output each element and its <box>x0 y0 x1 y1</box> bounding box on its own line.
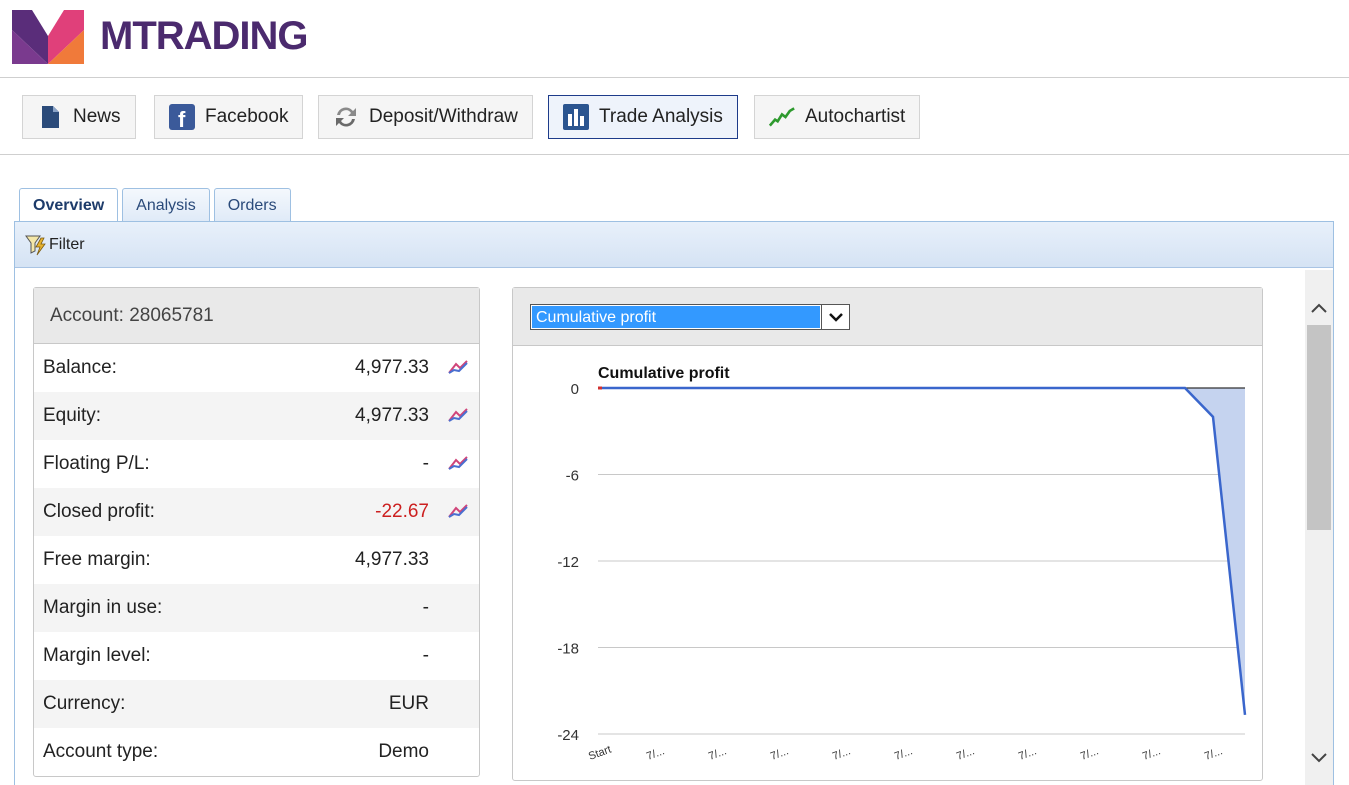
news-button-label: News <box>73 106 121 127</box>
x-tick-label: 7/... <box>1017 745 1038 763</box>
mtrading-logo-icon <box>12 10 84 64</box>
account-row-value: - <box>422 453 429 474</box>
account-row-label: Closed profit: <box>43 501 155 522</box>
y-tick-label: -12 <box>557 554 579 571</box>
x-tick-label: 7/... <box>831 745 852 763</box>
bar-chart-icon <box>563 104 589 130</box>
account-row-label: Margin level: <box>43 645 151 666</box>
account-row: Currency: EUR <box>34 680 479 728</box>
account-card: Account: 28065781 Balance: 4,977.33 Equity… <box>33 287 480 777</box>
account-row-value: 4,977.33 <box>355 405 429 426</box>
account-row-label: Margin in use: <box>43 597 163 618</box>
account-rows: Balance: 4,977.33 Equity: 4,977.33 Floating … <box>34 344 479 776</box>
facebook-button[interactable]: f Facebook <box>154 95 304 139</box>
account-row-value: EUR <box>388 693 429 714</box>
x-tick-label: 7/... <box>955 745 976 763</box>
svg-text:f: f <box>178 107 186 130</box>
refresh-arrows-icon <box>333 104 359 130</box>
trade-analysis-button-label: Trade Analysis <box>599 106 723 127</box>
line-chart-icon <box>769 104 795 130</box>
chart-card: Cumulative profit Cumulative profit 0 -6 -1… <box>512 287 1263 781</box>
scrollbar-thumb[interactable] <box>1307 325 1331 530</box>
account-row-value: -22.67 <box>375 501 429 522</box>
filter-label: Filter <box>49 235 85 253</box>
account-row-label: Floating P/L: <box>43 453 150 474</box>
tab-analysis[interactable]: Analysis <box>122 188 210 222</box>
main-tabs: Overview Analysis Orders <box>19 188 295 223</box>
chart-type-selected: Cumulative profit <box>532 306 820 328</box>
facebook-icon: f <box>169 104 195 130</box>
account-row-label: Currency: <box>43 693 126 714</box>
account-row-label: Free margin: <box>43 549 151 570</box>
mini-chart-icon[interactable] <box>447 406 469 424</box>
autochartist-button-label: Autochartist <box>805 106 906 127</box>
x-tick-label: 7/... <box>707 745 728 763</box>
tab-orders[interactable]: Orders <box>213 188 291 222</box>
facebook-button-label: Facebook <box>205 106 289 127</box>
y-tick-label: 0 <box>571 381 579 398</box>
autochartist-button[interactable]: Autochartist <box>754 95 921 139</box>
account-row: Free margin: 4,977.33 <box>34 536 479 584</box>
account-row-label: Equity: <box>43 405 102 426</box>
mini-chart-icon[interactable] <box>447 502 469 520</box>
account-row-value: Demo <box>378 741 429 762</box>
x-tick-label: 7/... <box>1079 745 1100 763</box>
x-tick-label: 7/... <box>1203 745 1224 763</box>
vertical-scrollbar[interactable] <box>1305 270 1333 785</box>
mini-chart-icon[interactable] <box>447 454 469 472</box>
account-row: Balance: 4,977.33 <box>34 344 479 392</box>
brand-name: MTRADING <box>100 14 309 58</box>
chevron-down-icon[interactable] <box>821 305 849 329</box>
account-row: Margin level: - <box>34 632 479 680</box>
chart-card-header: Cumulative profit <box>513 288 1262 346</box>
account-row-label: Account type: <box>43 741 159 762</box>
account-row-value: 4,977.33 <box>355 549 429 570</box>
area-fill <box>598 388 1245 715</box>
account-row: Floating P/L: - <box>34 440 479 488</box>
chevron-up-icon[interactable] <box>1305 288 1333 328</box>
deposit-withdraw-button[interactable]: Deposit/Withdraw <box>318 95 533 139</box>
news-button[interactable]: News <box>22 95 136 139</box>
x-tick-label: 7/... <box>893 745 914 763</box>
series-line <box>598 386 1247 715</box>
toolbar: News f Facebook Deposit/Withdraw Trade A… <box>0 79 1349 155</box>
deposit-withdraw-button-label: Deposit/Withdraw <box>369 106 518 127</box>
chart-type-select[interactable]: Cumulative profit <box>530 304 850 330</box>
chart-title: Cumulative profit <box>598 365 730 382</box>
x-tick-label: 7/... <box>769 745 790 763</box>
cumulative-profit-chart: Cumulative profit 0 -6 -12 -18 -24 Start 7/... 7… <box>557 365 1247 763</box>
tab-overview[interactable]: Overview <box>19 188 119 223</box>
x-tick-label: Start <box>587 744 613 763</box>
mini-chart-icon[interactable] <box>447 358 469 376</box>
filter-button[interactable]: Filter <box>15 222 1333 268</box>
account-row: Account type: Demo <box>34 728 479 776</box>
account-row: Closed profit: -22.67 <box>34 488 479 536</box>
funnel-lightning-icon <box>25 235 46 255</box>
account-row-value: - <box>422 645 429 666</box>
x-tick-label: 7/... <box>1141 745 1162 763</box>
trade-analysis-button[interactable]: Trade Analysis <box>548 95 738 139</box>
account-row-value: - <box>422 597 429 618</box>
account-header: Account: 28065781 <box>34 288 479 344</box>
x-tick-label: 7/... <box>645 745 666 763</box>
account-row-label: Balance: <box>43 357 117 378</box>
account-row: Equity: 4,977.33 <box>34 392 479 440</box>
account-row-value: 4,977.33 <box>355 357 429 378</box>
document-icon <box>37 104 63 130</box>
app-header: MTRADING <box>0 0 1349 78</box>
y-tick-label: -6 <box>566 468 579 485</box>
account-row: Margin in use: - <box>34 584 479 632</box>
y-tick-label: -18 <box>557 641 579 658</box>
chevron-down-icon[interactable] <box>1305 738 1333 778</box>
y-tick-label: -24 <box>557 727 579 744</box>
